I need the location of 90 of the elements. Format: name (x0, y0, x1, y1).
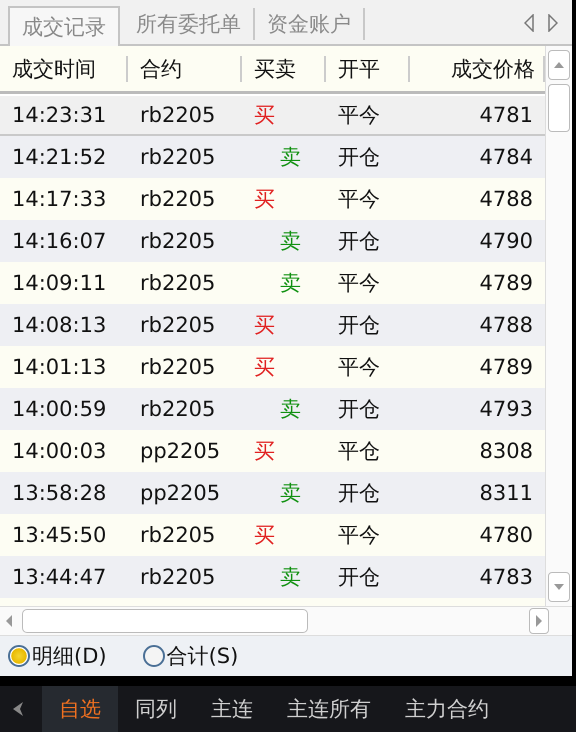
table-row[interactable]: 13:44:47 rb2205 卖 开仓 4783 (0, 556, 545, 598)
table-cell-text: 开仓 (337, 480, 381, 507)
table-cell-text: 买 (253, 312, 276, 339)
table-cell-text: 14:09:11 (11, 271, 108, 295)
column-header[interactable]: 开平 (326, 56, 410, 82)
scroll-up-button[interactable] (548, 50, 570, 80)
table-cell-text: 买 (253, 354, 276, 381)
table-cell-text: 开仓 (337, 144, 381, 171)
table-cell-text: rb2205 (139, 187, 216, 211)
table-cell-text: 4790 (478, 229, 534, 253)
table-cell-text: 开仓 (337, 228, 381, 255)
table-cell-text: 4793 (478, 397, 534, 421)
table-cell-text: 4788 (478, 187, 534, 211)
table-cell-text: 卖 (279, 480, 302, 507)
right-arrow-icon[interactable] (548, 14, 558, 32)
table-cell-text: 平仓 (337, 438, 381, 465)
table-row[interactable]: 14:21:52 rb2205 卖 开仓 4784 (0, 136, 545, 178)
table-cell-text: 14:00:03 (11, 439, 108, 463)
table-cell-text: 14:16:07 (11, 229, 108, 253)
radio-option[interactable]: 明细(D) (8, 642, 107, 670)
radio-option[interactable]: 合计(S) (142, 642, 238, 670)
table-cell-text: rb2205 (139, 565, 216, 589)
table-row[interactable]: 14:08:13 rb2205 买 开仓 4788 (0, 304, 545, 346)
left-arrow-icon[interactable] (12, 701, 24, 717)
table-cell-text: 开仓 (337, 312, 381, 339)
table-cell-text: rb2205 (139, 271, 216, 295)
table-cell-text: pp2205 (139, 481, 222, 505)
down-triangle-icon (553, 583, 565, 591)
bottom-tab[interactable]: 同列 (118, 686, 194, 732)
bottom-tab[interactable]: 主连所有 (270, 686, 388, 732)
table-cell-text: 4789 (478, 355, 534, 379)
scroll-down-button[interactable] (548, 572, 570, 602)
table-cell-text: 4784 (478, 145, 534, 169)
table-row[interactable]: 14:00:59 rb2205 卖 开仓 4793 (0, 388, 545, 430)
table-cell-text: 卖 (279, 144, 302, 171)
table-row[interactable]: 14:23:31 rb2205 买 平今 4781 (0, 94, 545, 136)
column-header[interactable]: 合约 (128, 56, 242, 82)
table-cell-text: rb2205 (139, 397, 216, 421)
table-cell-text: 14:01:13 (11, 355, 108, 379)
table-cell-text: 买 (253, 438, 276, 465)
table-cell-text: rb2205 (139, 103, 216, 127)
table-cell-text: 平今 (337, 102, 381, 129)
table-cell-text: 4780 (478, 523, 534, 547)
table-cell-text: 平今 (337, 186, 381, 213)
table-cell-text: rb2205 (139, 523, 216, 547)
table-cell-text: 13:58:28 (11, 481, 108, 505)
column-header[interactable]: 买卖 (242, 56, 326, 82)
table-cell-text: 卖 (279, 270, 302, 297)
table-cell-text: 14:08:13 (11, 313, 108, 337)
table-cell-text: 平今 (337, 270, 381, 297)
bottom-tab[interactable]: 自选 (42, 686, 118, 732)
table-cell-text: 开仓 (337, 564, 381, 591)
table-cell-text: 8311 (478, 481, 534, 505)
up-triangle-icon (553, 61, 565, 69)
table-cell-text: 买 (253, 186, 276, 213)
bottom-tab[interactable]: 主力合约 (388, 686, 506, 732)
table-cell-text: 开仓 (337, 396, 381, 423)
table-cell-text: 4781 (478, 103, 534, 127)
table-cell-text: 卖 (279, 228, 302, 255)
table-cell-text: 卖 (279, 564, 302, 591)
table-cell-text: rb2205 (139, 145, 216, 169)
table-cell-text: 卖 (279, 396, 302, 423)
bottom-tab[interactable]: 主连 (194, 686, 270, 732)
table-cell-text: rb2205 (139, 355, 216, 379)
scrollbar-thumb[interactable] (22, 609, 308, 633)
table-cell-text: 买 (253, 522, 276, 549)
table-cell-text: pp2205 (139, 439, 222, 463)
scroll-right-button[interactable] (529, 608, 549, 634)
table-cell-text: 8308 (478, 439, 534, 463)
table-cell-text: 4783 (478, 565, 534, 589)
table-cell-text: 买 (253, 102, 276, 129)
right-triangle-icon (535, 614, 543, 628)
table-cell-text: 14:17:33 (11, 187, 108, 211)
table-cell-text: 14:00:59 (11, 397, 108, 421)
table-cell-text: 平今 (337, 354, 381, 381)
table-row[interactable]: 13:58:28 pp2205 卖 开仓 8311 (0, 472, 545, 514)
table-row[interactable]: 14:16:07 rb2205 卖 开仓 4790 (0, 220, 545, 262)
table-cell-text: rb2205 (139, 229, 216, 253)
table-cell-text: 13:45:50 (11, 523, 108, 547)
table-cell-text: 14:23:31 (11, 103, 108, 127)
table-cell-text: 4789 (478, 271, 534, 295)
table-cell-text: 4788 (478, 313, 534, 337)
table-cell-text: 平今 (337, 522, 381, 549)
left-triangle-icon (5, 614, 13, 628)
scrollbar-thumb[interactable] (548, 84, 570, 132)
table-cell-text: 13:44:47 (11, 565, 108, 589)
column-header[interactable]: 成交时间 (0, 56, 128, 82)
table-cell-text: 14:21:52 (11, 145, 108, 169)
left-arrow-icon[interactable] (524, 14, 534, 32)
table-cell-text: rb2205 (139, 313, 216, 337)
